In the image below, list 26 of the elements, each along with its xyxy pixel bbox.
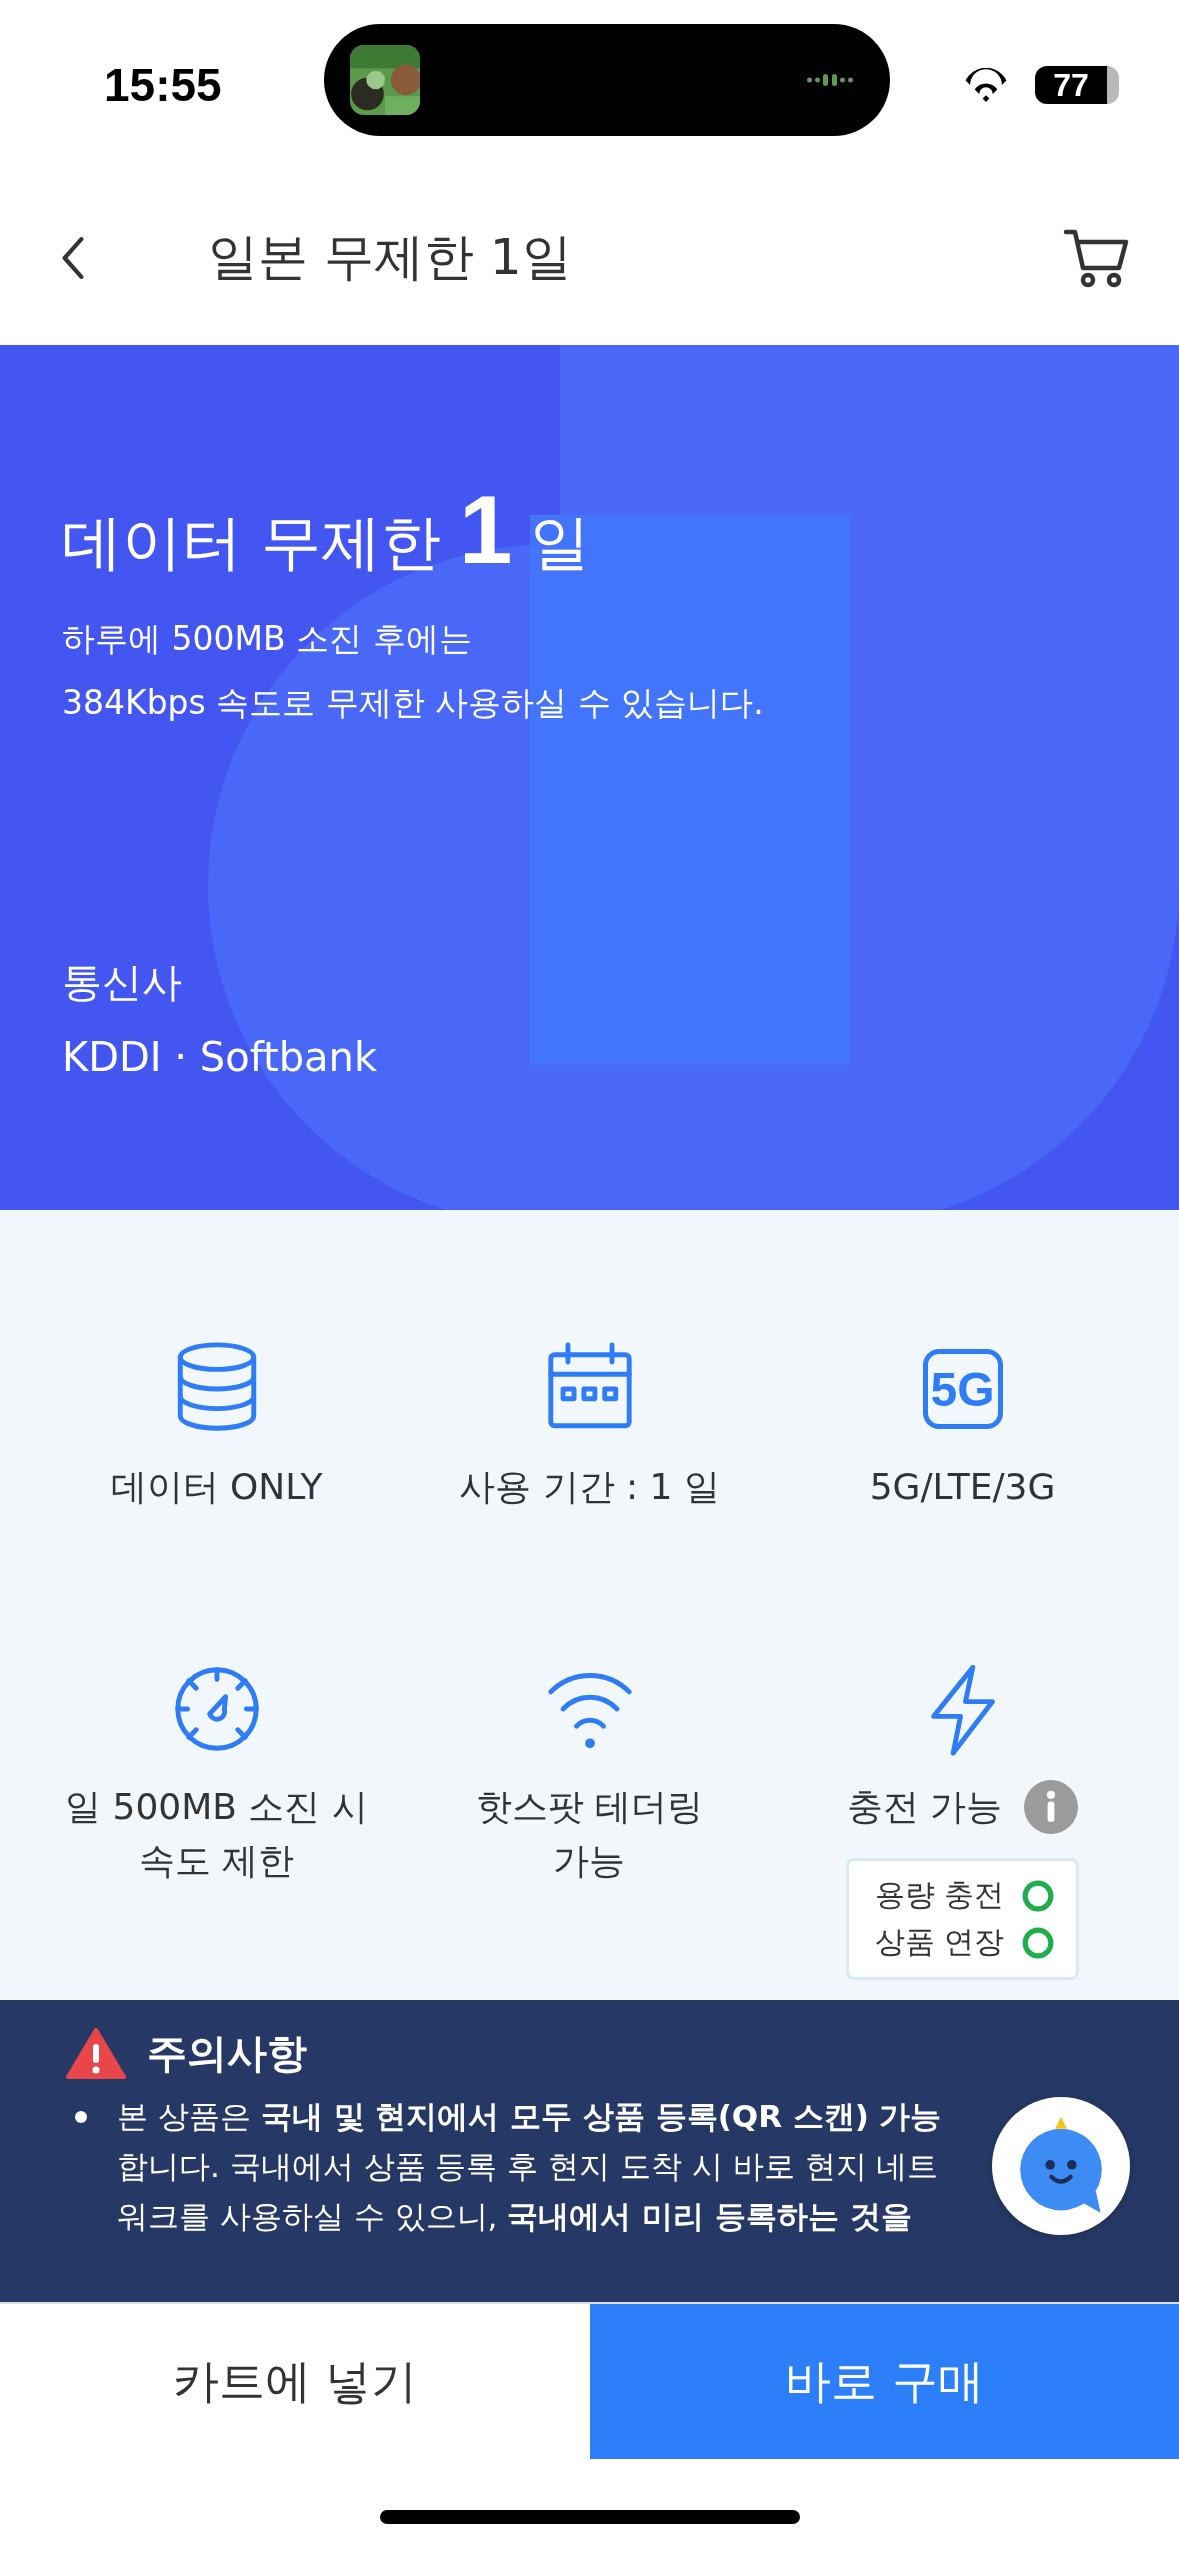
carrier-label: 통신사 bbox=[62, 958, 183, 1007]
option-label: 용량 충전 bbox=[874, 1876, 1005, 1914]
description-text: 하루에 500MB 소진 후에는 bbox=[62, 618, 473, 660]
page-title: 일본 무제한 1일 bbox=[208, 227, 573, 288]
hero-title-unit: 일 bbox=[530, 506, 591, 579]
notice-title: 주의사항 bbox=[147, 2029, 307, 2078]
buy-now-button[interactable]: 바로 구매 bbox=[590, 2304, 1179, 2459]
option-label: 상품 연장 bbox=[874, 1923, 1005, 1961]
description-text: 384Kbps 속도로 무제한 사용하실 수 있습니다. bbox=[62, 682, 765, 724]
hero-title-number: 1 bbox=[459, 475, 513, 585]
badge-icon: 5G bbox=[922, 1349, 1003, 1429]
wifi-icon bbox=[963, 68, 1009, 102]
feature-label: 충전 가능 bbox=[846, 1785, 1003, 1829]
info-icon[interactable] bbox=[1024, 1780, 1079, 1834]
feature-label: 핫스팟 테더링 가능 bbox=[475, 1785, 704, 1883]
warning-icon bbox=[65, 2026, 127, 2081]
feature-label: 데이터 ONLY bbox=[110, 1465, 323, 1509]
feature-label: 사용 기간 : 1 일 bbox=[459, 1465, 720, 1509]
battery-level: 77 bbox=[1053, 66, 1089, 104]
carrier-value: KDDI · Softbank bbox=[62, 1034, 379, 1080]
notice-text: 본 상품은 국내 및 현지에서 모두 상품 등록(QR 스캔) 가능합니다. 국내에서 상품 등록 후 현지 도착 시 바로 현지 네트워크를 사용하실 수 있으니, 국내에서 미리 등록하는 것을 bbox=[117, 2097, 942, 2236]
bullet-icon bbox=[75, 2111, 87, 2123]
feature-label: 5G/LTE/3G bbox=[869, 1465, 1056, 1509]
status-time: 15:55 bbox=[104, 58, 222, 112]
hero-title-text: 데이터 무제한 bbox=[62, 506, 442, 579]
feature-label: 일 500MB 소진 시 속도 제한 bbox=[65, 1785, 368, 1883]
